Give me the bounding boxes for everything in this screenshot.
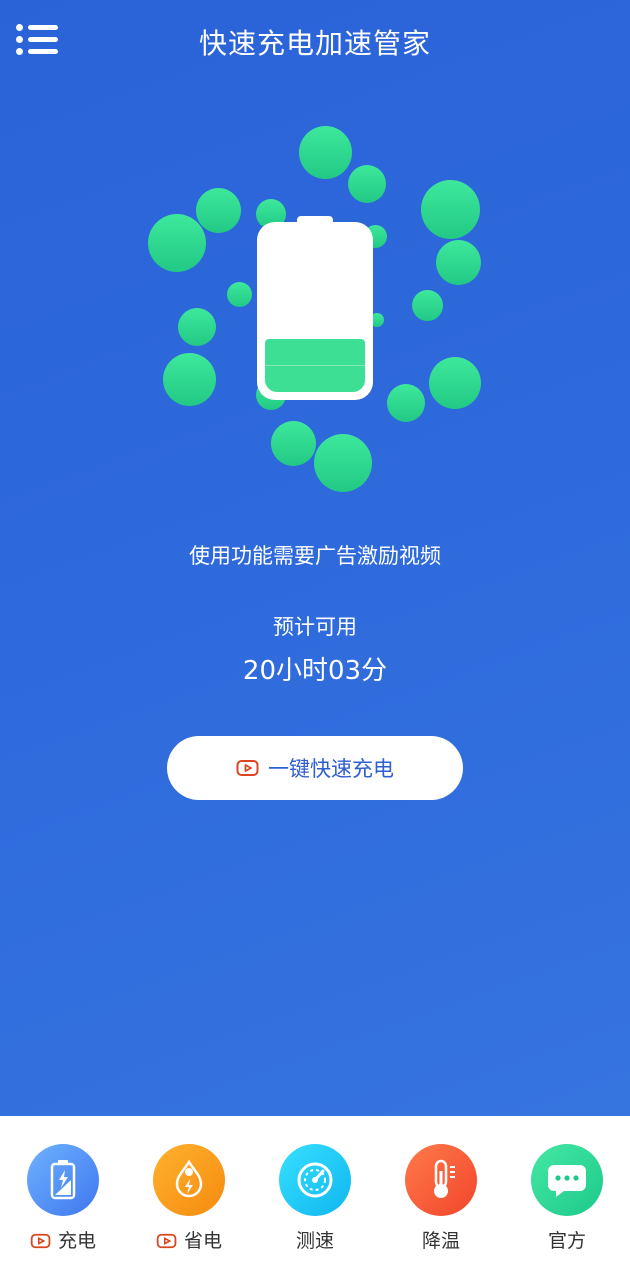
video-ad-icon	[156, 1232, 178, 1248]
main-area: 快速充电加速管家 使用功能需要广告激励视频 预计可用 20小时03分 一键快速充…	[0, 0, 630, 1116]
estimate-label: 预计可用	[273, 615, 357, 639]
video-ad-icon	[30, 1232, 52, 1248]
nav-label: 省电	[183, 1230, 222, 1252]
battery-icon	[257, 222, 373, 400]
nav-item-charge[interactable]: 充电	[0, 1144, 126, 1274]
nav-item-official[interactable]: 官方	[504, 1144, 630, 1274]
bottom-nav: 充电 省电 测速 降温 官方	[0, 1116, 630, 1280]
nav-label: 测速	[295, 1230, 334, 1252]
nav-item-speed-test[interactable]: 测速	[252, 1144, 378, 1274]
video-play-icon	[236, 759, 260, 777]
ad-notice-text: 使用功能需要广告激励视频	[189, 544, 441, 568]
quick-charge-button[interactable]: 一键快速充电	[167, 736, 463, 800]
speedometer-icon	[279, 1144, 351, 1216]
nav-label: 充电	[57, 1230, 96, 1252]
nav-label: 官方	[547, 1230, 586, 1252]
thermometer-icon	[405, 1144, 477, 1216]
estimate-value: 20小时03分	[242, 656, 388, 686]
battery-charge-icon	[27, 1144, 99, 1216]
chat-icon	[531, 1144, 603, 1216]
nav-item-power-save[interactable]: 省电	[126, 1144, 252, 1274]
nav-label: 降温	[421, 1230, 460, 1252]
battery-illustration	[0, 0, 630, 520]
power-save-icon	[153, 1144, 225, 1216]
battery-level-fill	[265, 339, 365, 392]
quick-charge-label: 一键快速充电	[268, 757, 394, 781]
nav-item-cool-down[interactable]: 降温	[378, 1144, 504, 1274]
